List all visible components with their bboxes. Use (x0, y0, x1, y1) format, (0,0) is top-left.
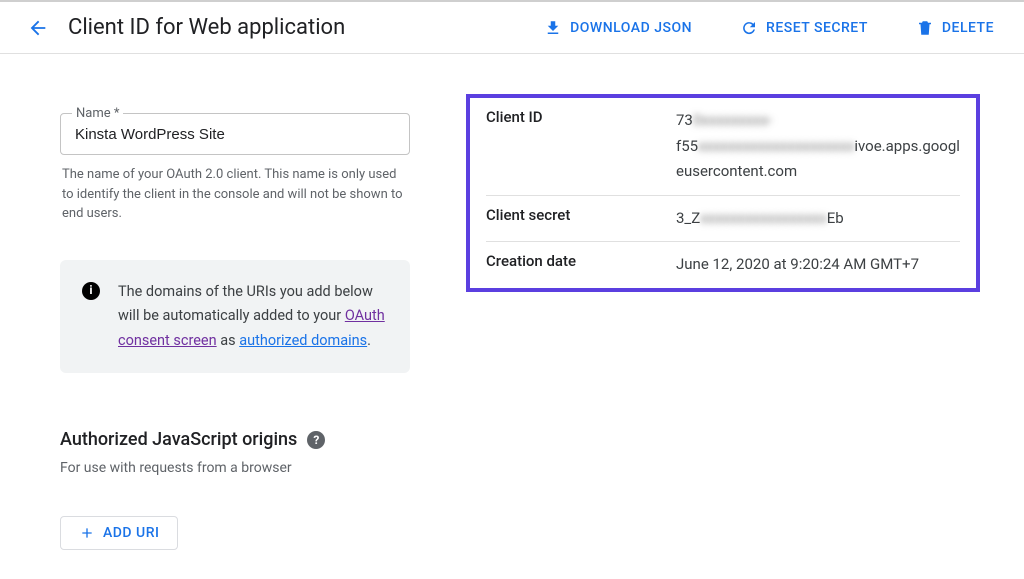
info-text-suffix: . (367, 332, 371, 349)
client-secret-row: Client secret 3_ZxxxxxxxxxxxxxxxxxEb (486, 196, 960, 243)
add-uri-label: ADD URI (103, 525, 159, 541)
name-field-label: Name * (72, 106, 123, 121)
client-secret-suffix: Eb (827, 209, 844, 227)
info-icon: i (82, 282, 100, 300)
delete-label: DELETE (942, 20, 994, 36)
page-title: Client ID for Web application (68, 15, 534, 40)
download-icon (544, 19, 562, 37)
content: Name * The name of your OAuth 2.0 client… (0, 54, 1024, 550)
client-id-obscured-1: 0xxxxxxxxx- (693, 111, 773, 129)
js-origins-header: Authorized JavaScript origins ? (60, 429, 410, 450)
client-id-row: Client ID 730xxxxxxxxx-f55xxxxxxxxxxxxxx… (486, 98, 960, 196)
js-origins-title: Authorized JavaScript origins (60, 429, 297, 450)
arrow-left-icon (27, 17, 49, 39)
trash-icon (916, 19, 934, 37)
download-json-button[interactable]: DOWNLOAD JSON (534, 13, 702, 43)
client-id-obscured-2: xxxxxxxxxxxxxxxxxxxxx (698, 137, 854, 155)
client-secret-label: Client secret (486, 206, 676, 232)
authorized-domains-link[interactable]: authorized domains (239, 332, 367, 349)
client-secret-value: 3_ZxxxxxxxxxxxxxxxxxEb (676, 206, 960, 232)
back-button[interactable] (20, 10, 56, 46)
right-column: Client ID 730xxxxxxxxx-f55xxxxxxxxxxxxxx… (466, 94, 980, 550)
name-helper-text: The name of your OAuth 2.0 client. This … (60, 165, 410, 224)
top-actions: DOWNLOAD JSON RESET SECRET DELETE (534, 13, 1004, 43)
client-id-label: Client ID (486, 108, 676, 185)
plus-icon (79, 525, 95, 541)
client-secret-obscured: xxxxxxxxxxxxxxxxx (700, 209, 827, 227)
credentials-panel: Client ID 730xxxxxxxxx-f55xxxxxxxxxxxxxx… (466, 94, 980, 292)
creation-date-label: Creation date (486, 252, 676, 278)
left-column: Name * The name of your OAuth 2.0 client… (60, 94, 410, 550)
download-json-label: DOWNLOAD JSON (570, 20, 692, 36)
refresh-icon (740, 19, 758, 37)
info-text-prefix: The domains of the URIs you add below wi… (118, 283, 373, 325)
top-bar: Client ID for Web application DOWNLOAD J… (0, 0, 1024, 54)
info-box: i The domains of the URIs you add below … (60, 260, 410, 374)
client-id-value: 730xxxxxxxxx-f55xxxxxxxxxxxxxxxxxxxxxivo… (676, 108, 960, 185)
info-text-mid: as (217, 332, 240, 349)
reset-secret-button[interactable]: RESET SECRET (730, 13, 878, 43)
creation-date-value: June 12, 2020 at 9:20:24 AM GMT+7 (676, 252, 960, 278)
js-origins-desc: For use with requests from a browser (60, 460, 410, 476)
client-id-mid: f55 (676, 137, 698, 155)
add-uri-button[interactable]: ADD URI (60, 516, 178, 550)
delete-button[interactable]: DELETE (906, 13, 1004, 43)
client-secret-prefix: 3_Z (676, 209, 700, 227)
name-field-wrap: Name * The name of your OAuth 2.0 client… (60, 94, 410, 224)
client-id-prefix: 73 (676, 111, 693, 129)
creation-date-row: Creation date June 12, 2020 at 9:20:24 A… (486, 242, 960, 288)
reset-secret-label: RESET SECRET (766, 20, 868, 36)
help-icon[interactable]: ? (307, 431, 325, 449)
js-origins-section: Authorized JavaScript origins ? For use … (60, 429, 410, 476)
